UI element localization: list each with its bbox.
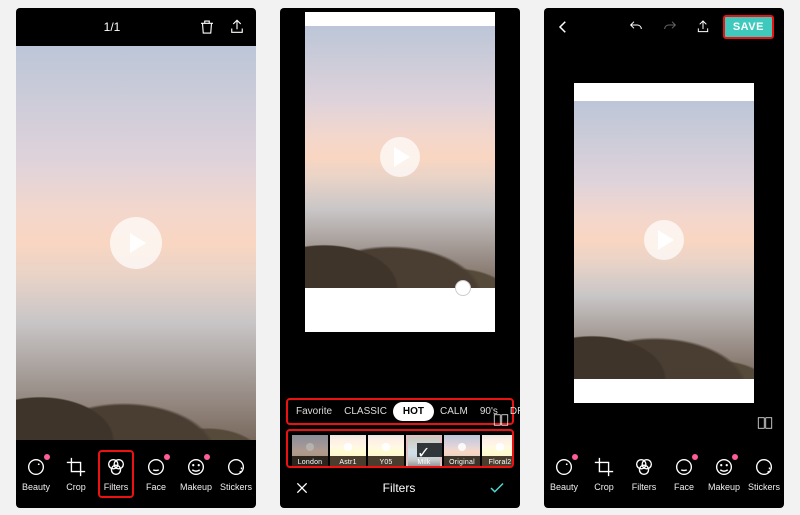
canvas — [544, 46, 784, 440]
tool-label: Filters — [632, 482, 657, 492]
tool-label: Makeup — [180, 482, 212, 492]
filter-label: Original — [449, 459, 475, 466]
compare-icon[interactable] — [492, 338, 510, 502]
tool-label: Beauty — [22, 482, 50, 492]
tool-label: Beauty — [550, 482, 578, 492]
tool-face[interactable]: Face — [666, 452, 702, 496]
screen-2-filters: FavoriteCLASSICHOTCALM90'sDREAMY London A… — [280, 8, 520, 508]
filter-original[interactable]: Original — [444, 435, 480, 466]
save-button[interactable]: SAVE — [723, 15, 774, 39]
tool-makeup[interactable]: Makeup — [178, 452, 214, 496]
tool-filters[interactable]: Filters — [98, 450, 134, 498]
slider-knob[interactable] — [455, 280, 471, 296]
filter-milk[interactable]: Milk — [406, 435, 442, 466]
topbar: SAVE — [544, 8, 784, 46]
tool-label: Face — [146, 482, 166, 492]
play-icon[interactable] — [380, 137, 420, 177]
badge-dot — [44, 454, 50, 460]
category-calm[interactable]: CALM — [434, 402, 474, 421]
badge-dot — [572, 454, 578, 460]
filter-y05[interactable]: Y05 — [368, 435, 404, 466]
tool-label: Crop — [66, 482, 86, 492]
toolbar: Beauty Crop Filters Face Makeup Stickers — [16, 440, 256, 508]
video-preview[interactable] — [574, 83, 754, 403]
tool-beauty[interactable]: Beauty — [18, 452, 54, 496]
crop-icon — [593, 456, 615, 478]
tool-filters[interactable]: Filters — [626, 452, 662, 496]
page-counter: 1/1 — [104, 20, 121, 34]
tool-stickers[interactable]: Stickers — [746, 452, 782, 496]
delete-icon[interactable] — [198, 18, 216, 36]
filter-label: London — [298, 459, 323, 466]
play-icon[interactable] — [644, 220, 684, 260]
tool-label: Face — [674, 482, 694, 492]
compare-icon[interactable] — [756, 414, 774, 432]
screen-3-save: SAVE Beauty Crop Filters Face Makeup Stickers — [544, 8, 784, 508]
share-icon[interactable] — [695, 19, 711, 35]
video-preview[interactable] — [305, 12, 495, 332]
preview-area — [280, 8, 520, 394]
tool-stickers[interactable]: Stickers — [218, 452, 254, 496]
tool-crop[interactable]: Crop — [586, 452, 622, 496]
panel-title: Filters — [383, 481, 416, 495]
category-hot[interactable]: HOT — [393, 402, 434, 421]
undo-icon[interactable] — [627, 19, 645, 35]
tool-label: Filters — [104, 482, 129, 492]
filters-footer: Filters — [280, 468, 520, 508]
share-icon[interactable] — [228, 18, 246, 36]
screen-1-editor: 1/1 Beauty Crop Filters Face Makeup Stickers — [16, 8, 256, 508]
slider-track[interactable] — [305, 288, 495, 332]
back-icon[interactable] — [554, 18, 572, 36]
topbar: 1/1 — [16, 8, 256, 46]
badge-dot — [692, 454, 698, 460]
tool-label: Crop — [594, 482, 614, 492]
category-favorite[interactable]: Favorite — [290, 402, 338, 421]
close-icon[interactable] — [294, 480, 310, 496]
tool-label: Makeup — [708, 482, 740, 492]
filter-thumbnails: LondonAstr1Y05MilkOriginalFloral2Milky w — [286, 429, 514, 468]
filter-label: Y05 — [379, 459, 392, 466]
badge-dot — [164, 454, 170, 460]
crop-icon — [65, 456, 87, 478]
tool-face[interactable]: Face — [138, 452, 174, 496]
toolbar: Beauty Crop Filters Face Makeup Stickers — [544, 440, 784, 508]
filters-icon — [633, 456, 655, 478]
video-preview[interactable] — [16, 46, 256, 440]
filter-label: Floral2 — [489, 459, 512, 466]
stickers-icon — [753, 456, 775, 478]
tool-crop[interactable]: Crop — [58, 452, 94, 496]
badge-dot — [732, 454, 738, 460]
tool-label: Stickers — [220, 482, 252, 492]
tool-label: Stickers — [748, 482, 780, 492]
tool-makeup[interactable]: Makeup — [706, 452, 742, 496]
category-classic[interactable]: CLASSIC — [338, 402, 393, 421]
tool-beauty[interactable]: Beauty — [546, 452, 582, 496]
play-icon[interactable] — [110, 217, 162, 269]
redo-icon[interactable] — [661, 19, 679, 35]
filter-london[interactable]: London — [292, 435, 328, 466]
filter-label: Astr1 — [339, 459, 356, 466]
filter-category-row: FavoriteCLASSICHOTCALM90'sDREAMY — [286, 398, 514, 425]
stickers-icon — [225, 456, 247, 478]
filter-label: Milk — [417, 459, 430, 466]
filter-astr1[interactable]: Astr1 — [330, 435, 366, 466]
filter-floral2[interactable]: Floral2 — [482, 435, 514, 466]
filters-icon — [105, 456, 127, 478]
badge-dot — [204, 454, 210, 460]
